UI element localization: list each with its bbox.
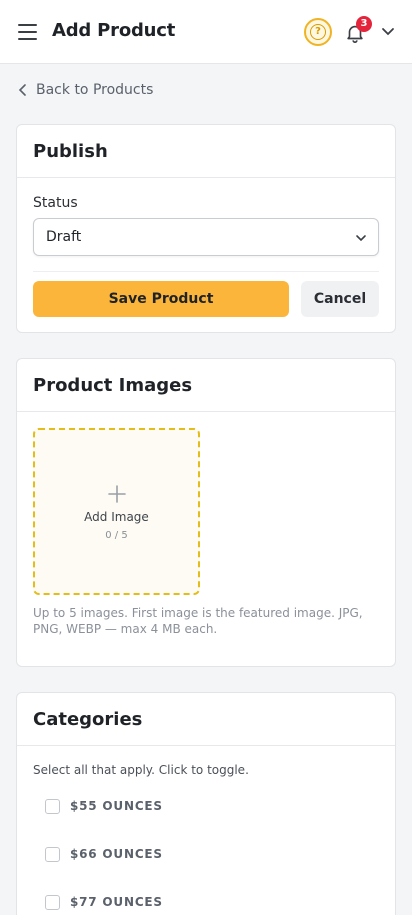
category-checkbox[interactable] xyxy=(45,846,60,862)
category-label: $55 OUNCES xyxy=(70,799,163,813)
status-label: Status xyxy=(33,195,78,211)
category-label: $66 OUNCES xyxy=(70,847,163,861)
notification-badge: 3 xyxy=(356,16,372,32)
page-title: Add Product xyxy=(52,20,176,41)
category-checkbox[interactable] xyxy=(45,798,60,814)
divider xyxy=(33,271,379,272)
categories-card: Categories Select all that apply. Click … xyxy=(16,692,396,915)
categories-header: Categories xyxy=(17,693,395,746)
add-image-dropzone[interactable]: Add Image 0 / 5 xyxy=(33,428,200,595)
categories-title: Categories xyxy=(33,708,143,730)
chevron-left-icon xyxy=(18,84,26,96)
publish-title: Publish xyxy=(33,140,108,162)
product-images-title: Product Images xyxy=(33,374,193,396)
cancel-button[interactable]: Cancel xyxy=(301,281,379,317)
add-image-label: Add Image xyxy=(84,510,149,524)
product-images-header: Product Images xyxy=(17,359,395,412)
help-button[interactable]: ? xyxy=(304,18,332,46)
hamburger-menu-icon[interactable] xyxy=(18,24,38,40)
images-help-text: Up to 5 images. First image is the featu… xyxy=(33,606,363,636)
status-select[interactable]: Draft xyxy=(33,218,379,256)
chevron-down-icon xyxy=(356,235,366,242)
categories-help-text: Select all that apply. Click to toggle. xyxy=(33,763,249,777)
product-images-card: Product Images Add Image 0 / 5 Up to 5 i… xyxy=(16,358,396,667)
publish-card: Publish Status Draft Save Product Cancel xyxy=(16,124,396,333)
category-label: $77 OUNCES xyxy=(70,895,163,909)
save-product-button[interactable]: Save Product xyxy=(33,281,289,317)
status-value: Draft xyxy=(46,229,82,245)
category-checkbox[interactable] xyxy=(45,894,60,910)
chevron-down-icon[interactable] xyxy=(380,25,396,39)
plus-icon xyxy=(108,485,126,503)
top-bar: Add Product ? 3 xyxy=(0,0,412,64)
category-item[interactable]: $66 OUNCES xyxy=(45,845,163,863)
image-count: 0 / 5 xyxy=(105,530,128,541)
publish-card-header: Publish xyxy=(17,125,395,178)
category-item[interactable]: $77 OUNCES xyxy=(45,893,163,911)
category-item[interactable]: $55 OUNCES xyxy=(45,797,163,815)
help-circle-icon: ? xyxy=(310,24,326,40)
back-to-products-link[interactable]: Back to Products xyxy=(18,80,153,100)
back-link-label: Back to Products xyxy=(36,82,154,98)
